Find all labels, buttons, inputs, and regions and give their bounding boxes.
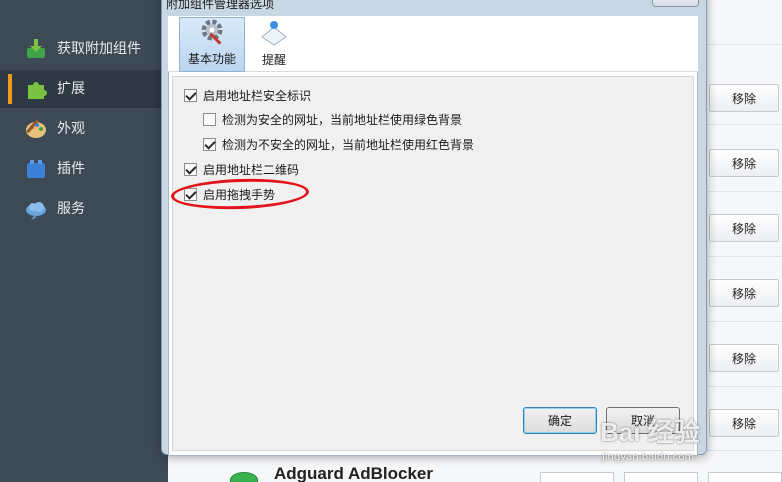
sidebar-item-get-addons[interactable]: 获取附加组件 xyxy=(0,30,168,68)
sidebar-item-extensions[interactable]: 扩展 xyxy=(0,70,168,108)
sidebar: 获取附加组件 扩展 外观 插件 服务 xyxy=(0,0,168,482)
puzzle-icon xyxy=(24,77,48,101)
plugin-block-icon xyxy=(24,157,48,181)
tab-label: 提醒 xyxy=(261,53,286,67)
close-button[interactable] xyxy=(652,0,699,7)
option-safe-url-green[interactable]: 检测为安全的网址，当前地址栏使用绿色背景 xyxy=(203,111,462,128)
ok-button[interactable]: 确定 xyxy=(523,407,597,434)
remove-button[interactable]: 移除 xyxy=(709,214,779,242)
options-pane xyxy=(172,76,694,451)
remove-button-label: 移除 xyxy=(731,416,756,431)
option-label: 检测为不安全的网址，当前地址栏使用红色背景 xyxy=(222,138,475,152)
extension-action-button[interactable] xyxy=(540,472,614,482)
gear-icon xyxy=(196,16,228,46)
adguard-shield-icon xyxy=(230,472,258,482)
extension-name: Adguard AdBlocker xyxy=(274,464,434,482)
remove-button-label: 移除 xyxy=(731,221,756,236)
sidebar-item-appearance[interactable]: 外观 xyxy=(0,110,168,148)
sidebar-item-label: 服务 xyxy=(57,201,85,217)
download-addon-icon xyxy=(24,37,48,61)
option-label: 启用地址栏二维码 xyxy=(203,163,300,177)
option-label: 检测为安全的网址，当前地址栏使用绿色背景 xyxy=(222,113,463,127)
ok-button-label: 确定 xyxy=(547,414,572,428)
option-address-bar-security[interactable]: 启用地址栏安全标识 xyxy=(184,87,311,104)
palette-icon xyxy=(24,117,48,141)
option-unsafe-url-red[interactable]: 检测为不安全的网址，当前地址栏使用红色背景 xyxy=(203,136,474,153)
sidebar-item-label: 插件 xyxy=(57,161,85,177)
option-label: 启用地址栏安全标识 xyxy=(203,89,312,103)
sidebar-item-label: 获取附加组件 xyxy=(57,41,141,57)
tab-notifications[interactable]: 提醒 xyxy=(241,17,307,72)
checkbox[interactable] xyxy=(184,163,197,176)
dialog-title: 附加组件管理器选项 xyxy=(166,0,275,11)
remove-button[interactable]: 移除 xyxy=(709,149,779,177)
extension-action-button[interactable] xyxy=(708,472,782,482)
sidebar-item-services[interactable]: 服务 xyxy=(0,190,168,228)
sidebar-item-label: 扩展 xyxy=(57,81,85,97)
extension-action-button[interactable] xyxy=(624,472,698,482)
remove-button-label: 移除 xyxy=(731,286,756,301)
checkbox[interactable] xyxy=(184,89,197,102)
tab-label: 基本功能 xyxy=(187,52,236,66)
remove-button[interactable]: 移除 xyxy=(709,279,779,307)
checkbox[interactable] xyxy=(203,138,216,151)
remove-button[interactable]: 移除 xyxy=(709,84,779,112)
watermark-logo: Bai 经验 xyxy=(600,417,700,447)
option-address-bar-qrcode[interactable]: 启用地址栏二维码 xyxy=(184,161,299,178)
tab-basic-features[interactable]: 基本功能 xyxy=(179,17,245,72)
remove-button[interactable]: 移除 xyxy=(709,344,779,372)
remove-button-label: 移除 xyxy=(731,156,756,171)
remove-button[interactable]: 移除 xyxy=(709,409,779,437)
checkbox[interactable] xyxy=(203,113,216,126)
watermark-url: jingyan.baidu.com xyxy=(602,452,695,463)
remove-button-label: 移除 xyxy=(731,91,756,106)
sidebar-item-label: 外观 xyxy=(57,121,85,137)
notification-icon xyxy=(258,17,290,47)
cloud-service-icon xyxy=(24,197,48,221)
sidebar-item-plugins[interactable]: 插件 xyxy=(0,150,168,188)
remove-button-label: 移除 xyxy=(731,351,756,366)
